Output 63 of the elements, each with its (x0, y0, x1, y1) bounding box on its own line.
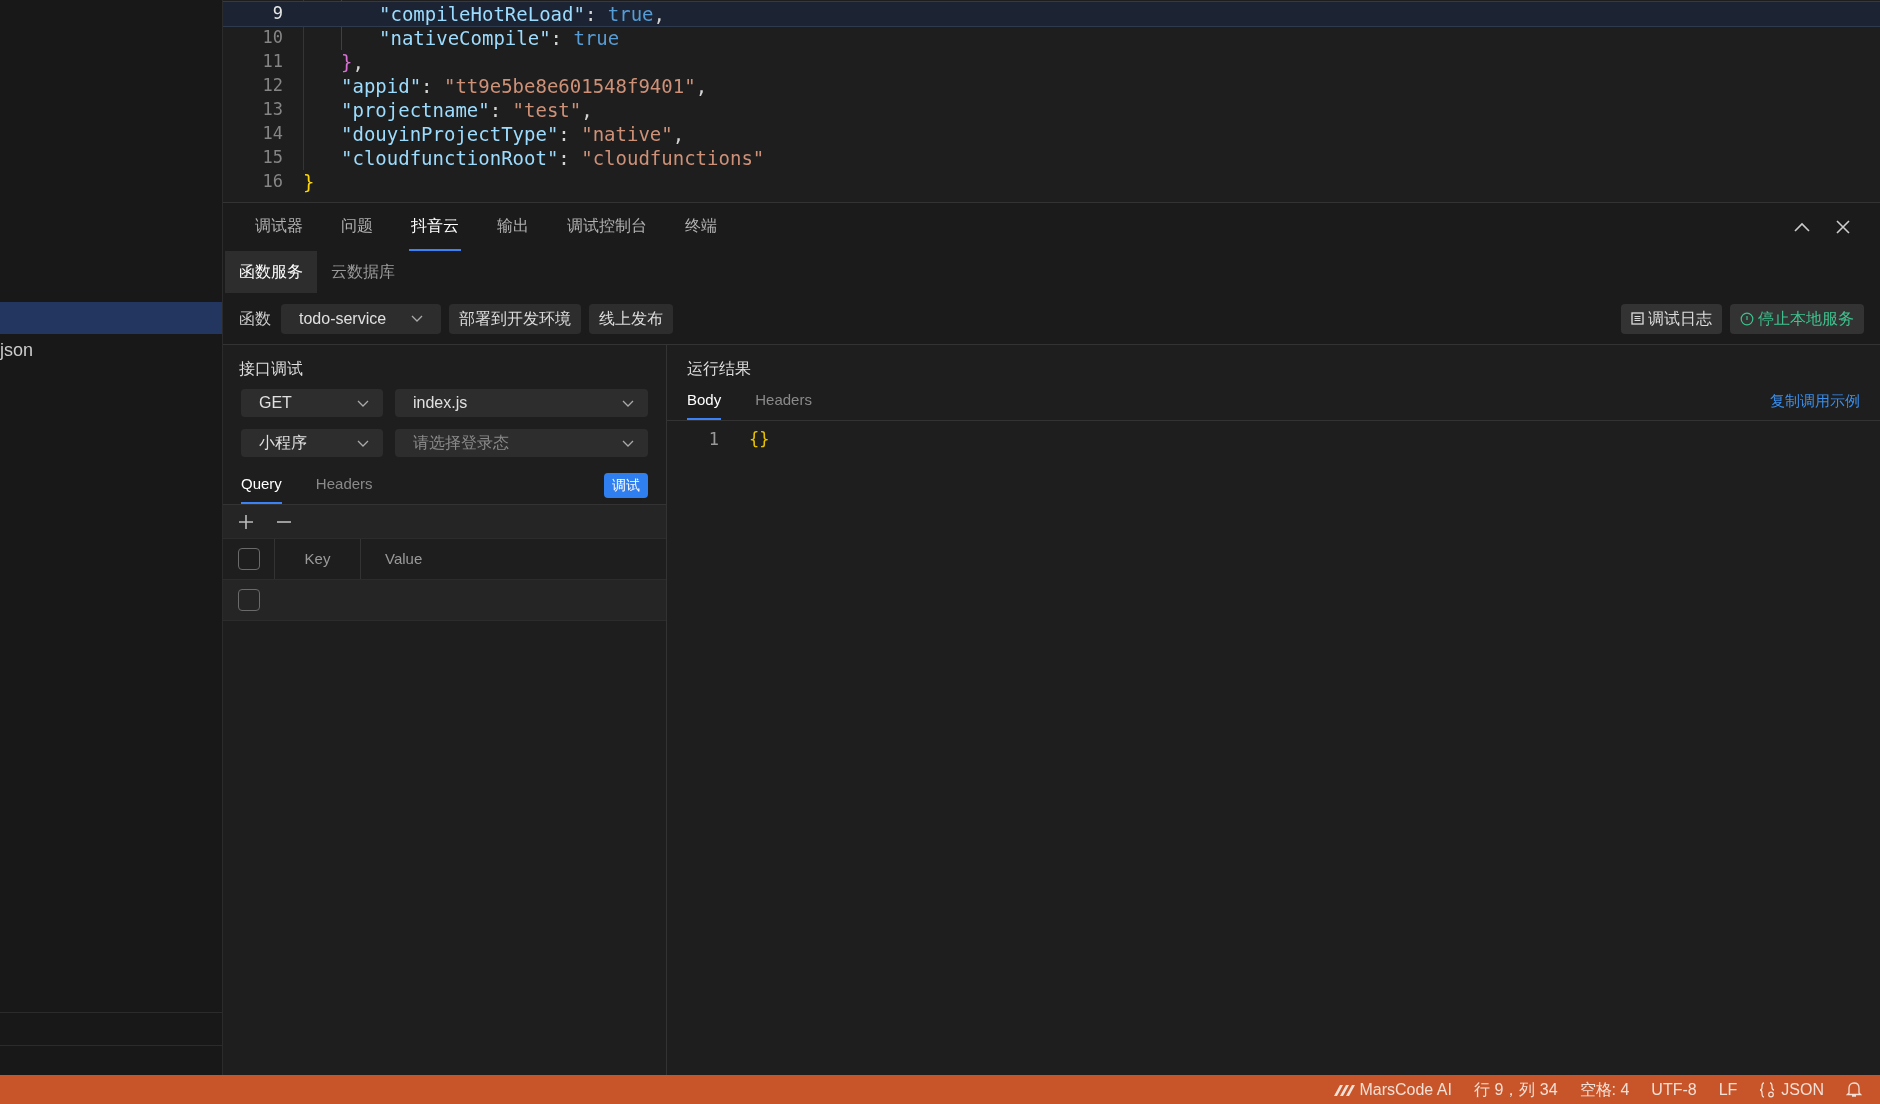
bell-icon[interactable] (1846, 1081, 1862, 1098)
close-icon[interactable] (1836, 220, 1850, 234)
line-number: 16 (261, 170, 283, 194)
status-item[interactable]: 行 9，列 34 (1473, 1077, 1558, 1102)
debug-button[interactable]: 调试 (604, 473, 648, 498)
method-select[interactable]: GET (241, 389, 383, 417)
debug-log-button[interactable]: 调试日志 (1621, 303, 1722, 334)
panel-tab[interactable]: 问题 (339, 203, 375, 251)
power-icon (1740, 311, 1754, 326)
chevron-down-icon (357, 439, 369, 447)
remove-icon[interactable] (277, 520, 291, 523)
sub-tab[interactable]: 函数服务 (225, 251, 317, 293)
result-tab[interactable]: Body (687, 383, 722, 420)
line-number: 9 (271, 2, 283, 26)
code-line: }, (340, 49, 364, 75)
toolbar-button[interactable]: 部署到开发环境 (449, 303, 581, 334)
chevron-down-icon (411, 315, 423, 322)
line-number: 14 (261, 122, 283, 146)
function-select[interactable]: todo-service (281, 303, 441, 334)
stop-service-button[interactable]: 停止本地服务 (1730, 303, 1864, 334)
copy-example-link[interactable]: 复制调用示例 (1770, 390, 1860, 413)
client-select[interactable]: 小程序 (241, 429, 383, 457)
line-number: 1 (707, 428, 719, 452)
line-number: 12 (261, 74, 283, 98)
sub-tab[interactable]: 云数据库 (317, 251, 409, 293)
panel-tab[interactable]: 输出 (495, 203, 531, 251)
function-label: 函数 (239, 308, 271, 329)
login-state-select[interactable]: 请选择登录态 (395, 429, 648, 457)
log-icon (1631, 312, 1644, 325)
panel-tab[interactable]: 终端 (683, 203, 719, 251)
code-line: "compileHotReLoad": true, (378, 1, 665, 27)
chevron-down-icon (357, 399, 369, 407)
code-line: "cloudfunctionRoot": "cloudfunctions" (340, 145, 765, 171)
line-number: 10 (261, 26, 283, 50)
section-title: 运行结果 (686, 359, 752, 379)
column-header: Value (384, 548, 423, 569)
chevron-down-icon (622, 439, 634, 447)
checkbox[interactable] (238, 589, 260, 611)
stripes-logo-icon (1333, 1083, 1356, 1096)
code-line: } (302, 169, 315, 195)
section-title: 接口调试 (238, 359, 304, 379)
code-line: "douyinProjectType": "native", (340, 121, 685, 147)
file-select[interactable]: index.js (395, 389, 648, 417)
line-number: 13 (261, 98, 283, 122)
panel-tab[interactable]: 调试器 (253, 203, 305, 251)
file-item[interactable]: json (0, 334, 222, 366)
status-item[interactable]: 空格: 4 (1579, 1077, 1630, 1102)
toolbar-button[interactable]: 线上发布 (589, 303, 673, 334)
braces-icon (1759, 1081, 1776, 1098)
code-line: "nativeCompile": true (378, 25, 620, 51)
code-line: {} (748, 428, 770, 452)
checkbox[interactable] (237, 548, 260, 570)
line-number: 11 (261, 50, 283, 74)
result-tab[interactable]: Headers (755, 383, 812, 420)
column-header: Key (275, 539, 361, 579)
caret-up-icon[interactable] (1794, 222, 1810, 232)
request-tab[interactable]: Headers (315, 467, 373, 504)
code-line: "appid": "tt9e5be8e601548f9401", (340, 73, 708, 99)
line-number: 15 (261, 146, 283, 170)
add-icon[interactable] (239, 514, 253, 529)
panel-tab[interactable]: 调试控制台 (565, 203, 649, 251)
code-line: "projectname": "test", (340, 97, 593, 123)
chevron-down-icon (622, 399, 634, 407)
